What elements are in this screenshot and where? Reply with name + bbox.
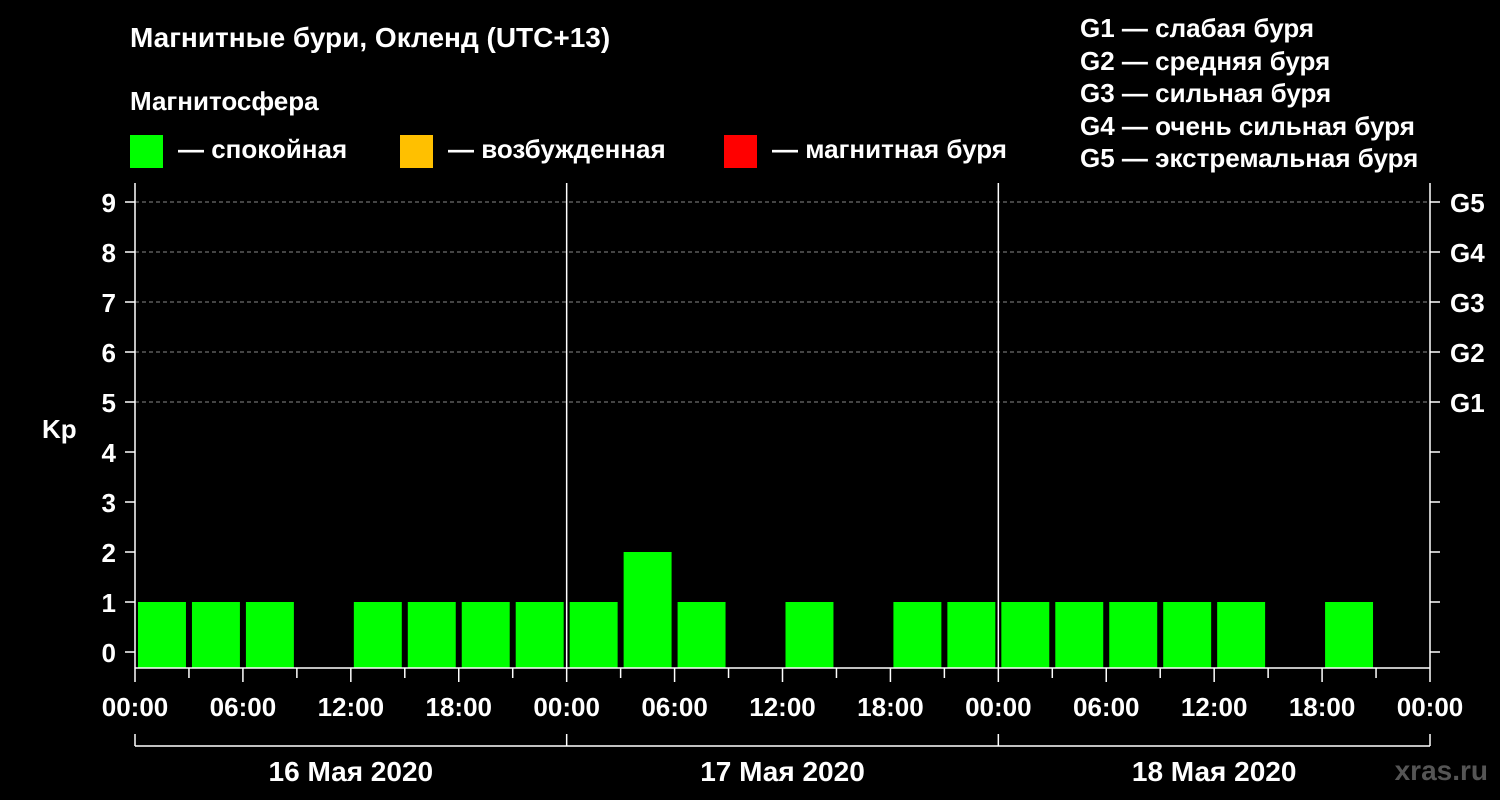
kp-bar xyxy=(191,602,240,668)
x-tick-label: 00:00 xyxy=(965,692,1032,722)
x-tick-label: 06:00 xyxy=(210,692,277,722)
x-tick-label: 06:00 xyxy=(1073,692,1140,722)
watermark: xras.ru xyxy=(1394,755,1488,786)
kp-bar xyxy=(461,602,510,668)
g-axis-label: G3 xyxy=(1450,288,1485,318)
kp-bar xyxy=(1109,602,1158,668)
kp-bar xyxy=(245,602,294,668)
y-tick-label: 0 xyxy=(102,638,116,668)
kp-bar xyxy=(1217,602,1266,668)
kp-bar xyxy=(947,602,996,668)
y-tick-label: 2 xyxy=(102,538,116,568)
x-tick-label: 18:00 xyxy=(857,692,924,722)
kp-bar xyxy=(1001,602,1050,668)
x-tick-label: 12:00 xyxy=(318,692,385,722)
kp-bar xyxy=(623,552,672,668)
day-label: 18 Мая 2020 xyxy=(1132,756,1297,787)
day-label: 16 Мая 2020 xyxy=(269,756,434,787)
g-axis-label: G5 xyxy=(1450,188,1485,218)
kp-bar xyxy=(677,602,726,668)
g-axis-label: G1 xyxy=(1450,388,1485,418)
kp-bar xyxy=(515,602,564,668)
day-label: 17 Мая 2020 xyxy=(700,756,865,787)
kp-bar xyxy=(138,602,186,668)
x-tick-label: 00:00 xyxy=(533,692,600,722)
y-tick-label: 4 xyxy=(102,438,117,468)
kp-bar xyxy=(1055,602,1104,668)
kp-bar xyxy=(1163,602,1212,668)
kp-bar xyxy=(893,602,942,668)
x-tick-label: 00:00 xyxy=(102,692,169,722)
kp-bar xyxy=(407,602,456,668)
y-tick-label: 6 xyxy=(102,338,116,368)
y-tick-label: 5 xyxy=(102,388,116,418)
kp-bar xyxy=(1325,602,1374,668)
y-tick-label: 3 xyxy=(102,488,116,518)
g-axis-label: G2 xyxy=(1450,338,1485,368)
x-tick-label: 06:00 xyxy=(641,692,708,722)
g-axis-label: G4 xyxy=(1450,238,1485,268)
x-tick-label: 12:00 xyxy=(749,692,816,722)
x-tick-label: 18:00 xyxy=(426,692,493,722)
x-tick-label: 12:00 xyxy=(1181,692,1248,722)
y-tick-label: 9 xyxy=(102,188,116,218)
y-tick-label: 7 xyxy=(102,288,116,318)
kp-bar xyxy=(569,602,618,668)
y-tick-label: 1 xyxy=(102,588,116,618)
kp-bar xyxy=(353,602,402,668)
x-tick-label: 00:00 xyxy=(1397,692,1464,722)
y-axis-label: Kp xyxy=(42,414,77,444)
y-tick-label: 8 xyxy=(102,238,116,268)
x-tick-label: 18:00 xyxy=(1289,692,1356,722)
kp-bar xyxy=(785,602,834,668)
kp-chart: 0 1 2 3 4 5 6 7 8 9 G1 G2 G3 G4 G5 Kp 00:00 06:00 12:00 18:… xyxy=(42,183,1485,787)
